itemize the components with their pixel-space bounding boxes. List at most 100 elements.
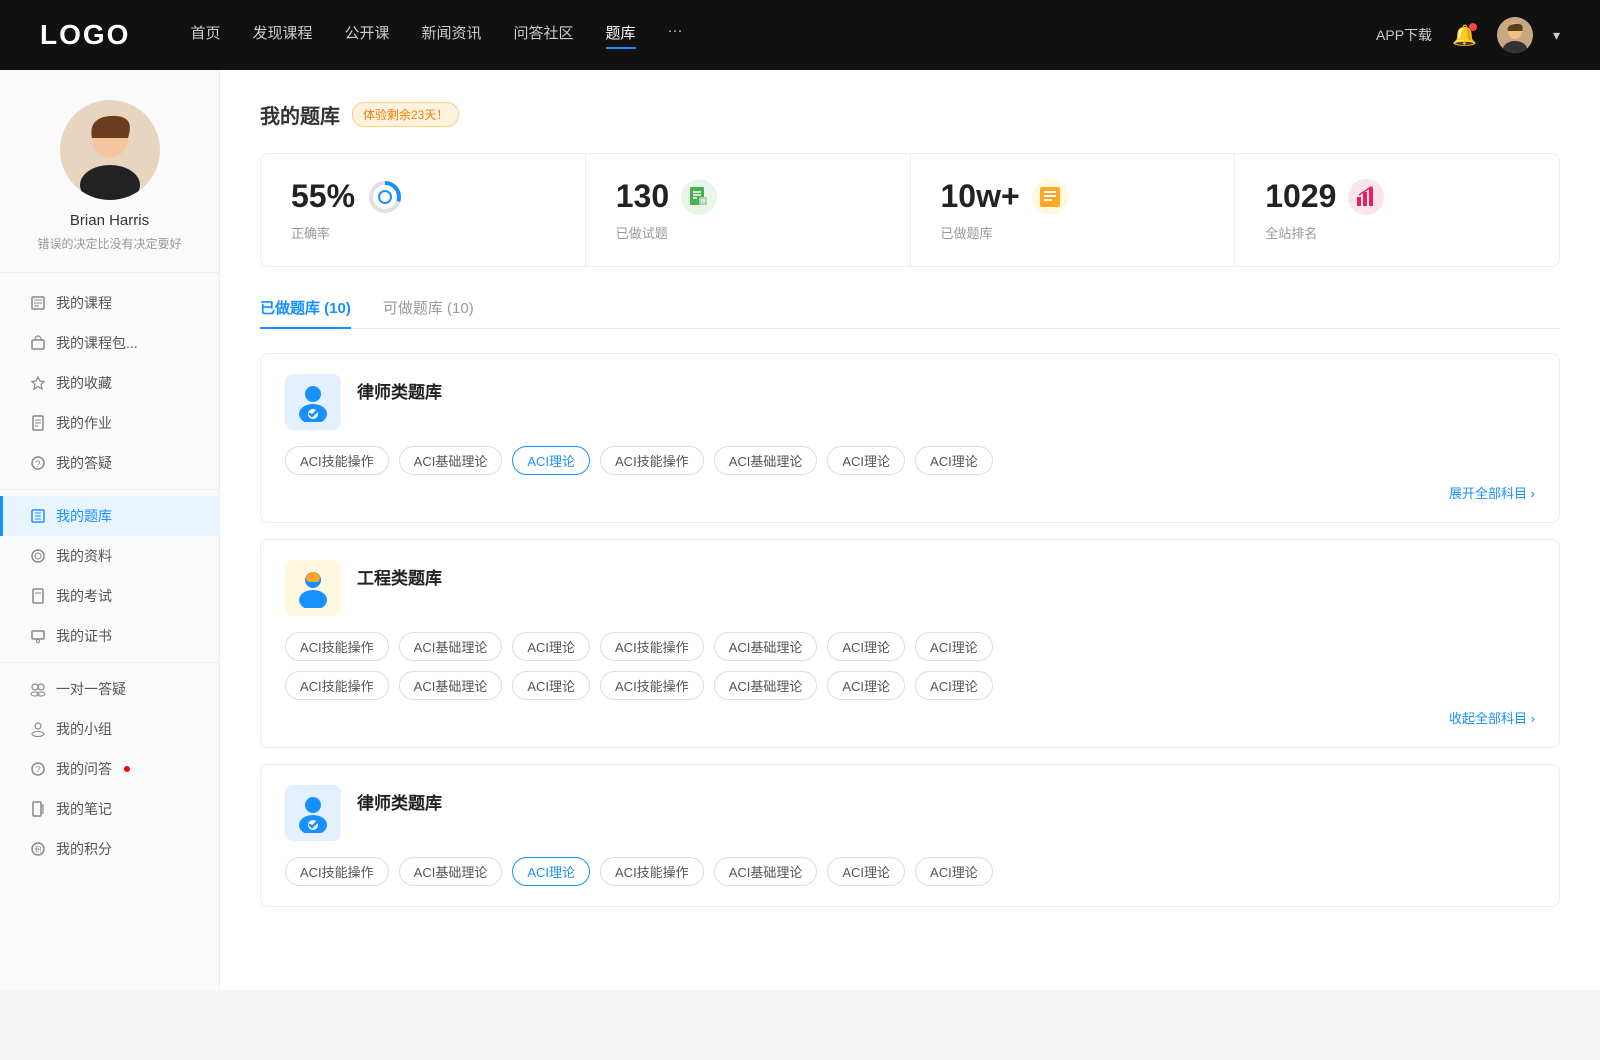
sidebar-item-qbank[interactable]: 我的题库 — [0, 496, 219, 536]
trial-badge: 体验剩余23天！ — [352, 102, 459, 127]
tag-l1-2[interactable]: ACI理论 — [512, 446, 590, 475]
bell-dot — [1469, 23, 1477, 31]
sidebar-label-qbank: 我的题库 — [56, 506, 112, 526]
sidebar-divider-1 — [0, 489, 219, 490]
sidebar-item-cert[interactable]: 我的证书 — [0, 616, 219, 656]
sidebar-item-myqa[interactable]: ? 我的问答 — [0, 749, 219, 789]
sidebar: Brian Harris 错误的决定比没有决定要好 我的课程 我的课程包... — [0, 70, 220, 990]
tag-l2-5[interactable]: ACI理论 — [827, 857, 905, 886]
tag-e2-6[interactable]: ACI理论 — [915, 671, 993, 700]
nav-news[interactable]: 新闻资讯 — [422, 22, 482, 49]
nav-home[interactable]: 首页 — [190, 22, 220, 49]
sidebar-item-exam[interactable]: 我的考试 — [0, 576, 219, 616]
tag-l1-6[interactable]: ACI理论 — [915, 446, 993, 475]
sidebar-item-course[interactable]: 我的课程 — [0, 283, 219, 323]
material-icon — [30, 548, 46, 564]
accuracy-chart-icon — [367, 179, 403, 215]
page-title: 我的题库 — [260, 100, 340, 129]
tag-e2-5[interactable]: ACI理论 — [827, 671, 905, 700]
logo[interactable]: LOGO — [40, 19, 130, 51]
qbank-card-lawyer-1: 律师类题库 ACI技能操作 ACI基础理论 ACI理论 ACI技能操作 ACI基… — [260, 353, 1560, 523]
svg-text:?: ? — [35, 459, 40, 469]
app-download-btn[interactable]: APP下载 — [1376, 25, 1432, 45]
svg-text:?: ? — [36, 765, 41, 774]
nav-opencourse[interactable]: 公开课 — [344, 22, 389, 49]
tab-done-banks[interactable]: 已做题库 (10) — [260, 297, 351, 328]
tag-e1-4[interactable]: ACI基础理论 — [714, 632, 818, 661]
note-icon — [30, 801, 46, 817]
tag-e1-3[interactable]: ACI技能操作 — [600, 632, 704, 661]
collapse-link-engineer[interactable]: 收起全部科目 › — [285, 708, 1535, 727]
sidebar-label-exam: 我的考试 — [56, 586, 112, 606]
lawyer-icon-1 — [285, 374, 341, 430]
points-icon: 积 — [30, 841, 46, 857]
sidebar-label-points: 我的积分 — [56, 839, 112, 859]
tag-l2-6[interactable]: ACI理论 — [915, 857, 993, 886]
sidebar-username: Brian Harris — [70, 212, 149, 229]
user-avatar[interactable] — [1497, 17, 1533, 53]
tag-e2-3[interactable]: ACI技能操作 — [600, 671, 704, 700]
stat-ranking-label: 全站排名 — [1265, 223, 1529, 242]
tag-l2-2[interactable]: ACI理论 — [512, 857, 590, 886]
tag-l1-0[interactable]: ACI技能操作 — [285, 446, 389, 475]
tag-l2-1[interactable]: ACI基础理论 — [399, 857, 503, 886]
stat-done-questions: 130 已做试题 — [586, 154, 911, 266]
tag-l1-4[interactable]: ACI基础理论 — [714, 446, 818, 475]
lawyer-icon-2 — [285, 785, 341, 841]
sidebar-label-favorite: 我的收藏 — [56, 373, 112, 393]
cert-icon — [30, 628, 46, 644]
stat-done-banks-label: 已做题库 — [941, 223, 1205, 242]
sidebar-item-group[interactable]: 我的小组 — [0, 709, 219, 749]
sidebar-item-answerqa[interactable]: ? 我的答疑 — [0, 443, 219, 483]
tag-e1-5[interactable]: ACI理论 — [827, 632, 905, 661]
sidebar-label-course: 我的课程 — [56, 293, 112, 313]
tag-e2-2[interactable]: ACI理论 — [512, 671, 590, 700]
sidebar-menu: 我的课程 我的课程包... 我的收藏 我的作业 — [0, 273, 219, 879]
nav-qbank[interactable]: 题库 — [606, 22, 636, 49]
list-icon — [1032, 179, 1068, 215]
tabs: 已做题库 (10) 可做题库 (10) — [260, 297, 1560, 329]
tag-e2-4[interactable]: ACI基础理论 — [714, 671, 818, 700]
exam-icon — [30, 588, 46, 604]
sidebar-label-answerqa: 我的答疑 — [56, 453, 112, 473]
tag-e2-1[interactable]: ACI基础理论 — [399, 671, 503, 700]
star-icon — [30, 375, 46, 391]
notification-bell[interactable]: 🔔 — [1452, 23, 1477, 48]
tag-l1-3[interactable]: ACI技能操作 — [600, 446, 704, 475]
tag-e1-2[interactable]: ACI理论 — [512, 632, 590, 661]
tag-e1-1[interactable]: ACI基础理论 — [399, 632, 503, 661]
sidebar-label-package: 我的课程包... — [56, 333, 138, 353]
tag-e2-0[interactable]: ACI技能操作 — [285, 671, 389, 700]
qbank-title-lawyer-2: 律师类题库 — [357, 785, 442, 814]
sidebar-item-homework[interactable]: 我的作业 — [0, 403, 219, 443]
course-icon — [30, 295, 46, 311]
sidebar-item-note[interactable]: 我的笔记 — [0, 789, 219, 829]
tag-l1-5[interactable]: ACI理论 — [827, 446, 905, 475]
navbar: LOGO 首页 发现课程 公开课 新闻资讯 问答社区 题库 ··· APP下载 … — [0, 0, 1600, 70]
nav-qa[interactable]: 问答社区 — [514, 22, 574, 49]
user-dropdown-arrow[interactable]: ▾ — [1553, 27, 1560, 44]
sidebar-item-package[interactable]: 我的课程包... — [0, 323, 219, 363]
qbank-tags-row1-engineer: ACI技能操作 ACI基础理论 ACI理论 ACI技能操作 ACI基础理论 AC… — [285, 632, 1535, 661]
page-header: 我的题库 体验剩余23天！ — [260, 100, 1560, 129]
sidebar-item-points[interactable]: 积 我的积分 — [0, 829, 219, 869]
sidebar-profile: Brian Harris 错误的决定比没有决定要好 — [0, 100, 219, 273]
expand-link-lawyer-1[interactable]: 展开全部科目 › — [285, 483, 1535, 502]
sidebar-avatar — [60, 100, 160, 200]
tag-l1-1[interactable]: ACI基础理论 — [399, 446, 503, 475]
stat-ranking: 1029 全站排名 — [1235, 154, 1559, 266]
tag-l2-4[interactable]: ACI基础理论 — [714, 857, 818, 886]
stat-ranking-value: 1029 — [1265, 178, 1336, 215]
layout: Brian Harris 错误的决定比没有决定要好 我的课程 我的课程包... — [0, 70, 1600, 990]
tag-l2-0[interactable]: ACI技能操作 — [285, 857, 389, 886]
tag-e1-6[interactable]: ACI理论 — [915, 632, 993, 661]
group-icon — [30, 721, 46, 737]
tab-available-banks[interactable]: 可做题库 (10) — [383, 297, 474, 328]
sidebar-item-material[interactable]: 我的资料 — [0, 536, 219, 576]
nav-more[interactable]: ··· — [668, 22, 683, 49]
nav-discover[interactable]: 发现课程 — [252, 22, 312, 49]
sidebar-item-favorite[interactable]: 我的收藏 — [0, 363, 219, 403]
tag-l2-3[interactable]: ACI技能操作 — [600, 857, 704, 886]
sidebar-item-oneone[interactable]: 一对一答疑 — [0, 669, 219, 709]
tag-e1-0[interactable]: ACI技能操作 — [285, 632, 389, 661]
